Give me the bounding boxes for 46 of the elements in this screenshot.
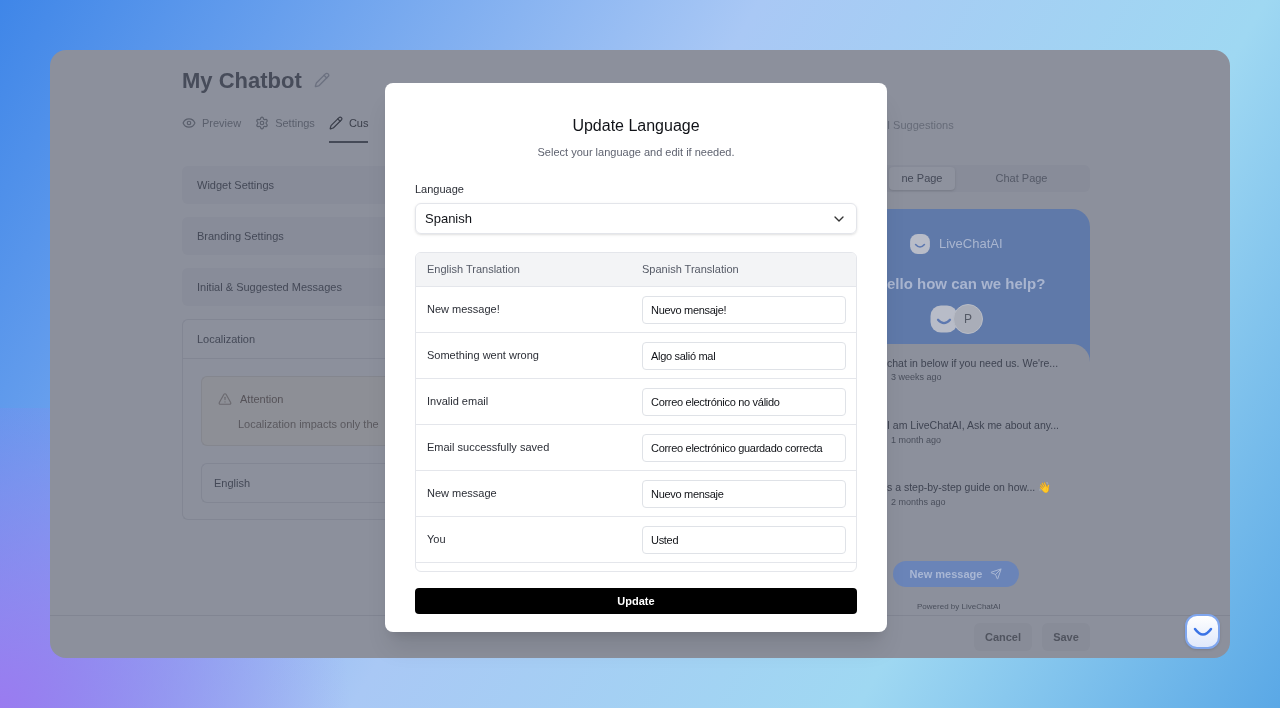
dialog-subtitle: Select your language and edit if needed. xyxy=(537,145,735,160)
tab[interactable]: Cus xyxy=(328,114,369,143)
translation-input[interactable]: Usted xyxy=(642,525,846,554)
segment-tab[interactable]: ne Page xyxy=(889,167,955,190)
section-header[interactable]: Branding Settings xyxy=(182,217,385,255)
settings-icon xyxy=(255,115,270,130)
language-row[interactable]: English xyxy=(201,463,385,503)
section-header[interactable]: Initial & Suggested Messages xyxy=(182,268,385,306)
dialog-title: Update Language xyxy=(572,116,700,136)
save-button[interactable]: Save xyxy=(1042,623,1090,651)
eye-icon xyxy=(182,115,196,130)
smiley-logo-icon xyxy=(909,233,931,255)
message-preview[interactable]: chat in below if you need us. We're... xyxy=(887,355,1090,372)
field-label: Language xyxy=(415,181,465,197)
table-cell-text: Email successfully saved xyxy=(426,440,551,456)
column-header: English Translation xyxy=(426,262,521,278)
cancel-button[interactable]: Cancel xyxy=(974,623,1032,651)
update-button[interactable]: Update xyxy=(415,588,857,614)
send-icon xyxy=(990,568,1003,581)
message-preview[interactable]: I am LiveChatAI, Ask me about any... xyxy=(887,417,1090,434)
table-cell-text: Something went wrong xyxy=(426,348,540,364)
new-message-button[interactable]: New message xyxy=(893,561,1019,588)
translation-input[interactable]: Algo salió mal xyxy=(642,341,846,370)
message-preview[interactable]: s a step-by-step guide on how... 👋 xyxy=(887,480,1090,496)
avatar: P xyxy=(953,303,983,334)
pencil-icon xyxy=(328,115,343,130)
table-cell-text: New message xyxy=(426,486,498,502)
translation-input[interactable]: Correo electrónico no válido xyxy=(642,387,846,416)
translation-input[interactable]: Correo electrónico guardado correcta xyxy=(642,433,846,462)
language-select[interactable]: Spanish xyxy=(415,203,857,234)
translation-input[interactable]: Nuevo mensaje xyxy=(642,479,846,508)
message-time: 1 month ago xyxy=(890,433,943,447)
chat-heading: ello how can we help? xyxy=(887,274,1047,294)
table-cell-text: Invalid email xyxy=(426,394,490,410)
column-header: Spanish Translation xyxy=(641,262,739,278)
warning-icon xyxy=(218,392,232,407)
chat-launcher-icon[interactable] xyxy=(1185,614,1220,649)
section-header[interactable]: Widget Settings xyxy=(182,166,385,204)
edit-icon xyxy=(313,72,330,88)
attention-title: Attention xyxy=(240,392,284,407)
brand-name: LiveChatAI xyxy=(939,235,1003,254)
table-cell-text: New message! xyxy=(426,302,501,318)
message-time: 2 months ago xyxy=(890,495,947,509)
table-cell-text: You xyxy=(426,532,447,548)
page-title: My Chatbot xyxy=(182,66,302,95)
translation-input[interactable]: Nuevo mensaje! xyxy=(642,295,846,324)
